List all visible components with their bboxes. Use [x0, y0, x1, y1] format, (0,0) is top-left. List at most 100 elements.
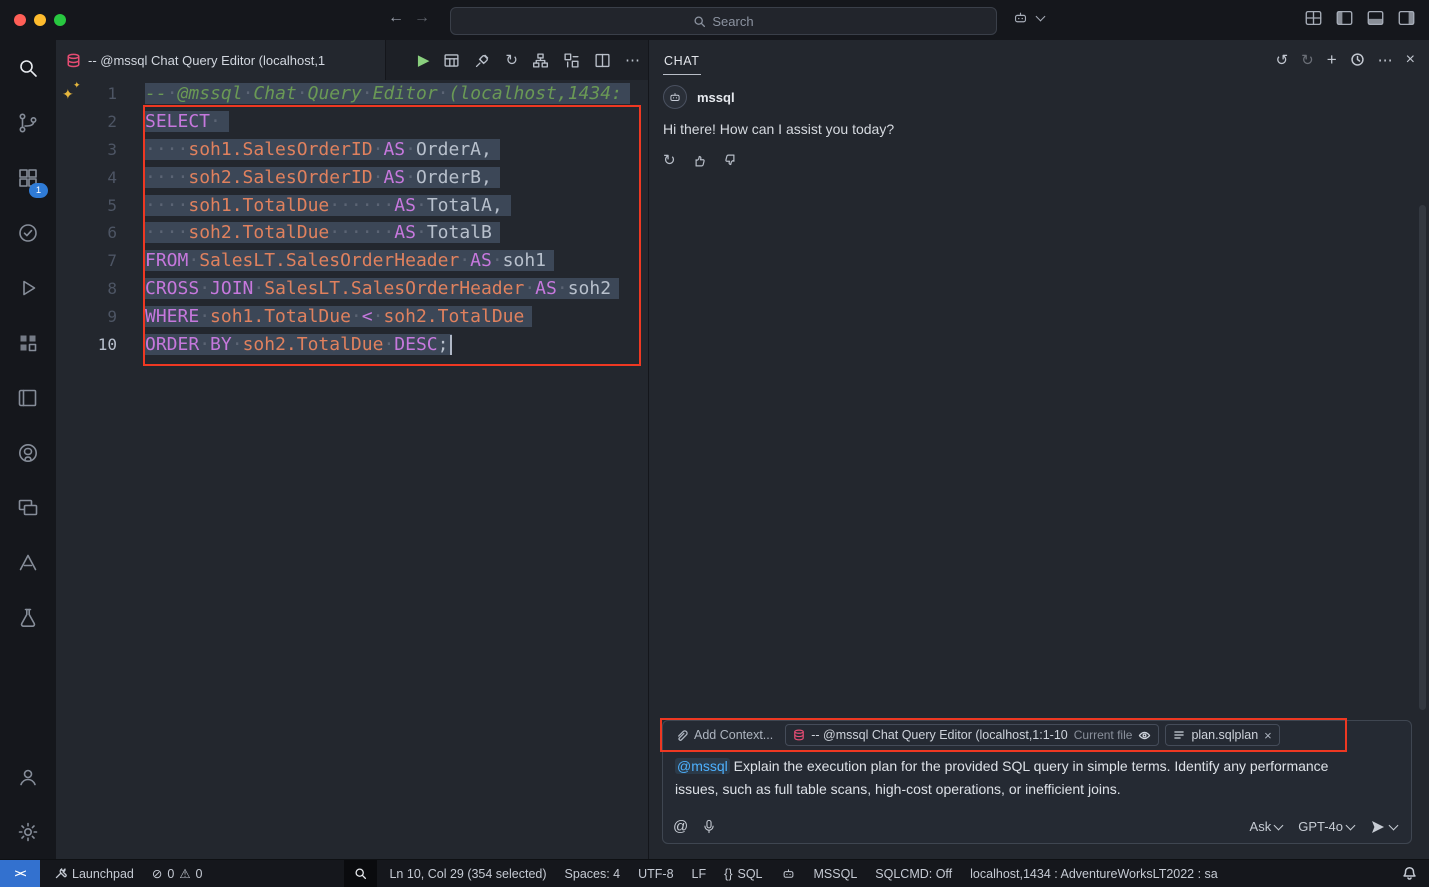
minimize-window-button[interactable]	[34, 14, 46, 26]
activity-github[interactable]	[0, 425, 56, 480]
toggle-primary-sidebar-icon[interactable]	[1336, 10, 1353, 26]
chevron-down-icon	[1389, 820, 1399, 830]
activity-search[interactable]	[0, 40, 56, 95]
chat-message-header: mssql	[663, 83, 1415, 111]
azure-icon	[16, 551, 40, 575]
add-context-button[interactable]: Add Context...	[669, 724, 779, 746]
chat-scrollbar[interactable]	[1419, 205, 1426, 710]
cursor-position-item[interactable]: Ln 10, Col 29 (354 selected)	[389, 867, 546, 881]
line-number: 8	[56, 279, 117, 298]
microphone-icon[interactable]	[702, 819, 716, 834]
history-icon[interactable]	[1350, 52, 1365, 67]
run-query-button[interactable]: ▶	[418, 51, 430, 69]
activity-accounts[interactable]	[0, 749, 56, 804]
results-grid-icon[interactable]	[443, 52, 460, 69]
activity-testing[interactable]	[0, 205, 56, 260]
chat-panel-title: CHAT	[663, 44, 701, 75]
activity-remote-explorer[interactable]	[0, 480, 56, 535]
model-dropdown[interactable]: GPT-4o	[1298, 819, 1354, 834]
customize-layout-icon[interactable]	[1305, 10, 1322, 26]
copilot-icon	[1012, 9, 1029, 26]
chat-input[interactable]: @mssql Explain the execution plan for th…	[663, 749, 1387, 807]
split-editor-icon[interactable]	[594, 52, 611, 69]
estimated-plan-icon[interactable]: ↻	[505, 51, 518, 69]
chevron-down-icon	[1346, 820, 1356, 830]
mssql-mention: @mssql	[675, 758, 730, 774]
zoom-indicator[interactable]	[344, 860, 377, 887]
indentation-item[interactable]: Spaces: 4	[565, 867, 621, 881]
code-line-1[interactable]: 1--·@mssql·Chat·Query·Editor·(localhost,…	[56, 80, 648, 108]
code-text: SELECT·	[145, 111, 229, 132]
remote-indicator[interactable]: ><	[0, 860, 40, 887]
activity-sql-projects[interactable]	[0, 590, 56, 645]
remove-context-icon[interactable]: ×	[1264, 728, 1272, 743]
code-line-10[interactable]: 10ORDER·BY·soh2.TotalDue·DESC;	[56, 330, 648, 358]
activity-azure[interactable]	[0, 535, 56, 590]
code-line-9[interactable]: 9WHERE·soh1.TotalDue·<·soh2.TotalDue	[56, 302, 648, 330]
command-center-search[interactable]: Search	[450, 7, 997, 35]
code-line-7[interactable]: 7FROM·SalesLT.SalesOrderHeader·AS·soh1	[56, 247, 648, 275]
mssql-item[interactable]: MSSQL	[814, 867, 858, 881]
toggle-secondary-sidebar-icon[interactable]	[1398, 10, 1415, 26]
language-item[interactable]: {} SQL	[724, 867, 762, 881]
editor-tab[interactable]: -- @mssql Chat Query Editor (localhost,1	[56, 40, 386, 80]
connect-plug-icon[interactable]	[474, 52, 491, 69]
eol-item[interactable]: LF	[692, 867, 707, 881]
navigate-forward-button[interactable]: →	[414, 9, 430, 27]
thumbs-up-icon[interactable]	[692, 153, 707, 168]
send-icon	[1370, 819, 1386, 835]
code-line-5[interactable]: 5····soh1.TotalDue······AS·TotalA,	[56, 191, 648, 219]
code-line-8[interactable]: 8CROSS·JOIN·SalesLT.SalesOrderHeader·AS·…	[56, 275, 648, 303]
code-line-4[interactable]: 4····soh2.SalesOrderID·AS·OrderB,	[56, 163, 648, 191]
mode-dropdown[interactable]: Ask	[1250, 819, 1283, 834]
activity-notebook[interactable]	[0, 370, 56, 425]
redo-icon[interactable]: ↻	[1301, 51, 1314, 69]
code-text: ····soh2.TotalDue······AS·TotalB	[145, 222, 500, 243]
thumbs-down-icon[interactable]	[723, 153, 738, 168]
eye-icon[interactable]	[1138, 729, 1151, 742]
code-line-2[interactable]: 2 SELECT·	[56, 108, 648, 136]
more-icon[interactable]: ⋯	[1378, 51, 1393, 69]
toggle-panel-icon[interactable]	[1367, 10, 1384, 26]
context-file-chip[interactable]: -- @mssql Chat Query Editor (localhost,1…	[785, 724, 1159, 746]
status-bar: >< Launchpad ⊘ 0 ⚠ 0 Ln 10, Col 29 (354 …	[0, 859, 1429, 887]
schema-icon[interactable]	[532, 52, 549, 69]
rerun-icon[interactable]: ↻	[663, 151, 676, 169]
close-panel-icon[interactable]: ×	[1406, 51, 1415, 69]
database-icon	[793, 729, 805, 741]
copilot-menu-button[interactable]	[1012, 9, 1044, 26]
text-cursor	[450, 335, 452, 355]
connection-item[interactable]: localhost,1434 : AdventureWorksLT2022 : …	[970, 867, 1218, 881]
notifications-bell[interactable]	[1402, 866, 1417, 881]
code-editor[interactable]: ✦ ✦ 1--·@mssql·Chat·Query·Editor·(localh…	[56, 80, 648, 859]
activity-source-control[interactable]	[0, 95, 56, 150]
more-actions-icon[interactable]: ⋯	[625, 51, 640, 69]
activity-settings[interactable]	[0, 804, 56, 859]
send-button[interactable]	[1370, 819, 1397, 835]
launchpad-item[interactable]: Launchpad	[54, 867, 134, 881]
problems-item[interactable]: ⊘ 0 ⚠ 0	[152, 866, 203, 881]
undo-icon[interactable]: ↺	[1276, 51, 1289, 69]
encoding-item[interactable]: UTF-8	[638, 867, 673, 881]
line-number: 6	[56, 223, 117, 242]
code-line-6[interactable]: 6 ····soh2.TotalDue······AS·TotalB	[56, 219, 648, 247]
code-line-3[interactable]: 3····soh1.SalesOrderID·AS·OrderA,	[56, 136, 648, 164]
flask-icon	[16, 606, 40, 630]
grid-icon	[16, 331, 40, 355]
zoom-window-button[interactable]	[54, 14, 66, 26]
activity-bar: 1	[0, 40, 57, 859]
compare-icon[interactable]	[563, 52, 580, 69]
copilot-status-icon[interactable]	[781, 866, 796, 881]
mention-button[interactable]: @	[673, 818, 688, 835]
file-lines-icon	[1173, 729, 1185, 741]
activity-run-debug[interactable]	[0, 260, 56, 315]
activity-grid[interactable]	[0, 315, 56, 370]
sqlcmd-item[interactable]: SQLCMD: Off	[875, 867, 952, 881]
activity-extensions[interactable]: 1	[0, 150, 56, 205]
close-window-button[interactable]	[14, 14, 26, 26]
line-number: 4	[56, 168, 117, 187]
context-plan-chip[interactable]: plan.sqlplan ×	[1165, 724, 1279, 746]
navigate-back-button[interactable]: ←	[388, 9, 404, 27]
line-number: 2	[56, 112, 117, 131]
new-chat-icon[interactable]: +	[1327, 50, 1337, 70]
